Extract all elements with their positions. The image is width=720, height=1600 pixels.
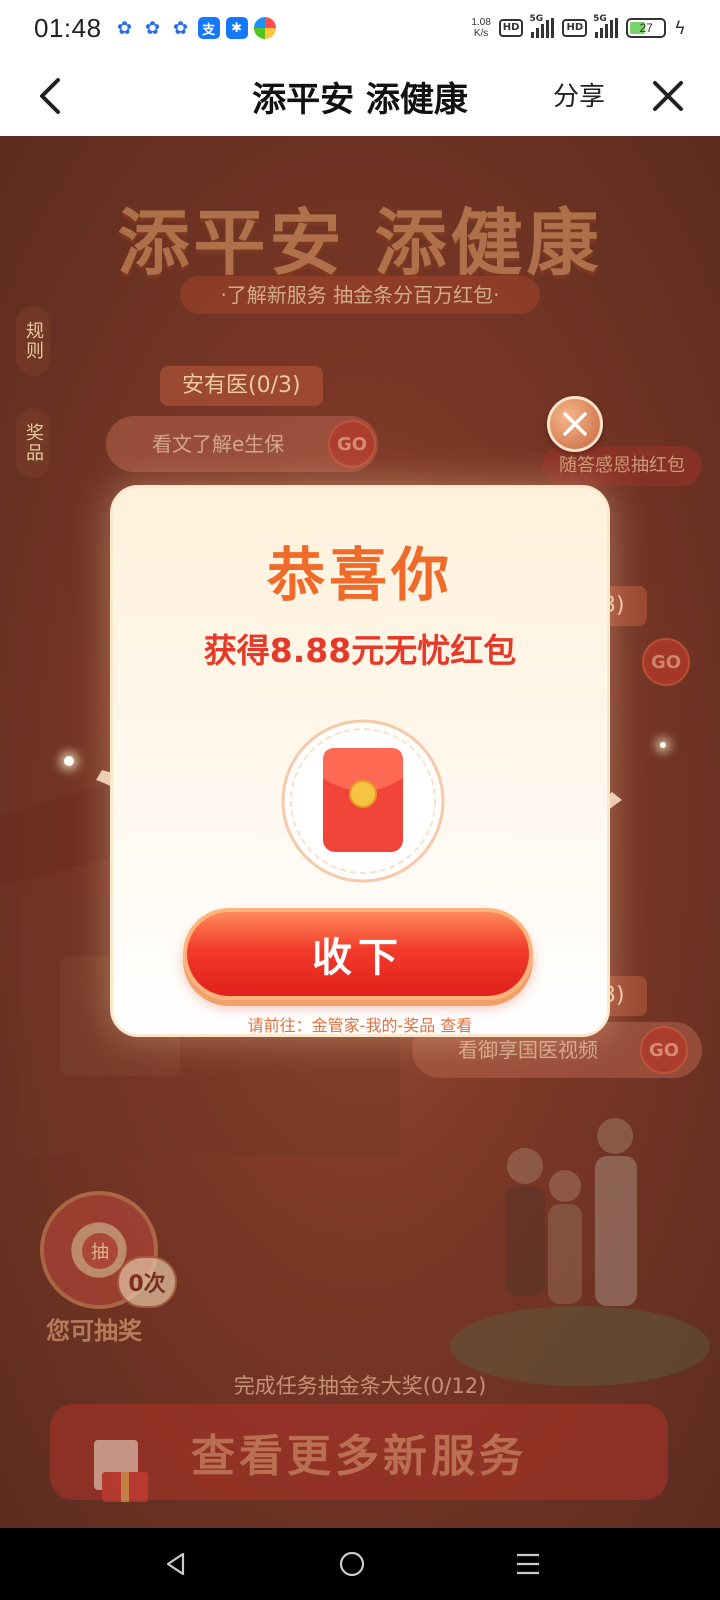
- colorful-app-icon: [253, 17, 276, 39]
- draw-count-badge: 0次: [117, 1256, 177, 1308]
- system-menu-button[interactable]: [512, 1548, 544, 1580]
- paw-icon: ✿: [117, 17, 133, 39]
- hd-badge: HD: [562, 19, 588, 37]
- gift-box-icon: [94, 1440, 148, 1502]
- alipay-icon: 支: [197, 17, 220, 39]
- close-page-button[interactable]: [648, 74, 688, 118]
- sparkle-decoration: [64, 756, 74, 766]
- notification-icons: ✿ ✿ ✿ 支 ✱: [114, 17, 276, 39]
- sparkle-decoration: [660, 742, 666, 748]
- circle-home-icon: [339, 1551, 365, 1577]
- rules-tab[interactable]: 规则: [16, 306, 50, 376]
- claim-button[interactable]: 收下: [183, 908, 533, 1000]
- network-speed-value: 1.08: [471, 17, 491, 28]
- lucky-draw-badge[interactable]: 随答感恩抽红包: [542, 446, 702, 486]
- triangle-back-icon: [166, 1552, 185, 1576]
- battery-icon: 27: [626, 18, 667, 38]
- popup-title: 恭喜你: [266, 541, 453, 609]
- status-bar: 01:48 ✿ ✿ ✿ 支 ✱ 1.08 K/s HD 5G HD 5G 27 …: [0, 0, 720, 56]
- charging-icon: ϟ: [674, 17, 686, 39]
- task-progress-text: 完成任务抽金条大奖(0/12): [233, 1374, 487, 1398]
- paw-icon: ✿: [145, 17, 161, 39]
- back-button[interactable]: [30, 74, 70, 118]
- signal-icon: 5G: [529, 14, 555, 38]
- battery-level: 27: [639, 21, 653, 35]
- hd-badge: HD: [498, 19, 524, 37]
- network-speed: 1.08 K/s: [471, 17, 490, 39]
- reward-popup: 恭喜你 获得8.88元无忧红包 收下 请前往：金管家-我的-奖品 查看: [110, 485, 610, 1037]
- red-envelope-icon: [281, 719, 445, 883]
- task-tag-anyouyi: 安有医(0/3): [160, 366, 323, 406]
- system-home-button[interactable]: [336, 1548, 368, 1580]
- page-title: 添平安 添健康: [252, 79, 468, 120]
- hero-title: 添平安 添健康: [117, 201, 603, 285]
- go-button[interactable]: GO: [640, 1026, 688, 1074]
- network-type-label: 5G: [529, 14, 544, 24]
- network-type-label: 5G: [593, 14, 607, 24]
- network-speed-unit: K/s: [473, 28, 489, 39]
- popup-hint-text: 请前往：金管家-我的-奖品 查看: [247, 1016, 473, 1035]
- paw-icon: ✿: [173, 17, 189, 39]
- system-back-button[interactable]: [160, 1548, 192, 1580]
- app-gear-icon: ✱: [225, 17, 248, 39]
- claim-button-label: 收下: [312, 935, 404, 981]
- status-indicators: 1.08 K/s HD 5G HD 5G 27 ϟ: [471, 14, 686, 39]
- prizes-tab[interactable]: 奖品: [16, 408, 50, 478]
- chevron-left-icon: [40, 78, 60, 114]
- close-icon: [653, 81, 683, 111]
- status-time: 01:48: [34, 12, 102, 43]
- go-button[interactable]: GO: [328, 420, 376, 468]
- wheel-center-label: 抽: [82, 1233, 118, 1269]
- popup-close-button[interactable]: [547, 396, 603, 452]
- signal-icon: 5G: [593, 14, 619, 38]
- more-services-label: 查看更多新服务: [191, 1431, 527, 1482]
- go-button[interactable]: GO: [642, 638, 690, 686]
- draw-label: 您可抽奖: [46, 1317, 142, 1345]
- popup-reward-text: 获得8.88元无忧红包: [203, 631, 517, 670]
- menu-lines-icon: [517, 1553, 539, 1575]
- system-navigation-bar: [0, 1528, 720, 1600]
- share-button[interactable]: 分享: [553, 76, 605, 113]
- navigation-bar: 添平安 添健康 分享: [0, 56, 720, 136]
- hero-subtitle: ·了解新服务 抽金条分百万红包·: [180, 276, 540, 314]
- close-icon: [563, 412, 587, 436]
